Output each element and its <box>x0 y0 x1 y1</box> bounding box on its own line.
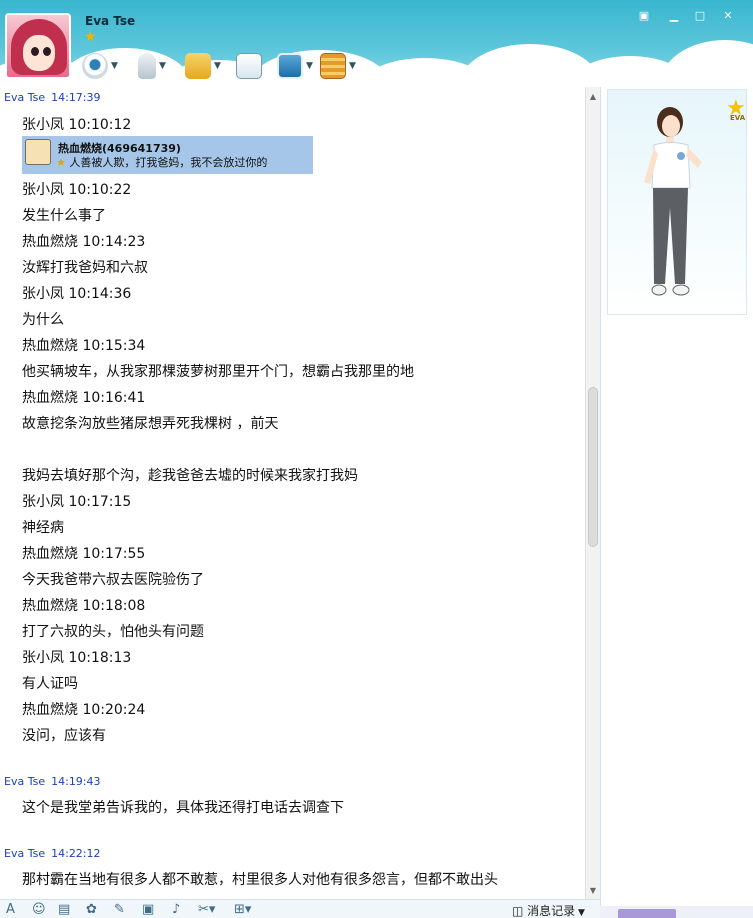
message-line: 我妈去填好那个沟，趁我爸爸去墟的时候来我家打我妈 <box>22 468 358 484</box>
message-line: 热血燃烧 10:14:23 <box>22 234 146 250</box>
chevron-down-icon: ▼ <box>575 908 585 918</box>
message-line: 热血燃烧 10:15:34 <box>22 338 146 354</box>
apps-button[interactable]: ▼ <box>320 52 356 80</box>
chat-window-header: Eva Tse ★ ▼ ▼ ▼ ▼ ▼ ▣ ▁ □ ✕ <box>0 0 753 86</box>
message-line: 他买辆坡车，从我家那棵菠萝树那里开个门，想霸占我那里的地 <box>22 364 414 380</box>
apps-icon <box>320 53 346 79</box>
sender-name: Eva Tse <box>4 775 46 788</box>
image-icon[interactable]: ▣ <box>142 902 154 917</box>
menu-icon[interactable]: ▣ <box>634 8 654 23</box>
music-icon[interactable]: ♪ <box>172 902 180 917</box>
right-panel-footer <box>600 906 753 918</box>
chevron-down-icon: ▼ <box>111 61 118 71</box>
rank-label: EVA <box>730 114 746 122</box>
panel-tab[interactable] <box>618 909 676 918</box>
webcam-button[interactable]: ▼ <box>82 52 118 80</box>
message-line: 没问，应该有 <box>22 728 106 744</box>
message-line: 张小凤 10:10:22 <box>22 182 132 198</box>
message-line: 那村霸在当地有很多人都不敢惹，村里很多人对他有很多怨言，但都不敢出头 <box>22 872 498 888</box>
message-time: 14:22:12 <box>51 847 101 860</box>
emoticon-icon[interactable]: ☺ <box>32 902 46 917</box>
scroll-thumb[interactable] <box>588 387 598 547</box>
history-icon: ◫ <box>512 904 528 918</box>
message-line: 张小凤 10:17:15 <box>22 494 132 510</box>
user-name[interactable]: Eva Tse <box>85 14 135 28</box>
contact-card-signature: ★ 人善被人欺，打我爸妈，我不会放过你的 <box>56 156 268 169</box>
maximize-icon[interactable]: □ <box>690 8 710 23</box>
chevron-down-icon: ▼ <box>159 61 166 71</box>
message-time: 14:19:43 <box>51 775 101 788</box>
chevron-down-icon: ▼ <box>214 61 221 71</box>
contact-avatar <box>25 139 51 165</box>
magic-icon[interactable]: ✿ <box>86 902 97 917</box>
send-file-button[interactable]: ▼ <box>185 52 221 80</box>
remote-assistance-icon <box>277 53 303 79</box>
chevron-down-icon: ▼ <box>349 61 356 71</box>
chat-scrollbar[interactable]: ▲ ▼ <box>585 87 600 899</box>
message-line: 故意挖条沟放些猪尿想弄死我棵树 ，前天 <box>22 416 279 432</box>
message-line: 张小凤 10:10:12 <box>22 117 132 133</box>
message-line: 热血燃烧 10:18:08 <box>22 598 146 614</box>
remote-assistance-button[interactable]: ▼ <box>277 52 313 80</box>
create-discussion-button[interactable] <box>236 52 262 80</box>
scroll-up-icon[interactable]: ▲ <box>586 89 600 103</box>
screenshot-icon[interactable]: ✂▾ <box>198 902 215 917</box>
message-header: Eva Tse 14:19:43 <box>4 775 101 788</box>
message-line: 热血燃烧 10:20:24 <box>22 702 146 718</box>
message-line: 汝辉打我爸妈和六叔 <box>22 260 148 276</box>
voice-button[interactable]: ▼ <box>134 52 166 80</box>
send-file-icon <box>185 53 211 79</box>
sender-name: Eva Tse <box>4 847 46 860</box>
font-icon[interactable]: A <box>6 902 15 917</box>
star-icon: ★ <box>56 156 70 169</box>
message-time: 14:17:39 <box>51 91 101 104</box>
avatar-show[interactable]: ★ EVA <box>607 89 747 315</box>
message-line: 热血燃烧 10:16:41 <box>22 390 146 406</box>
scroll-down-icon[interactable]: ▼ <box>586 883 600 897</box>
contact-card[interactable]: 热血燃烧(469641739) ★ 人善被人欺，打我爸妈，我不会放过你的 <box>22 136 313 174</box>
message-line: 发生什么事了 <box>22 208 106 224</box>
message-line: 张小凤 10:14:36 <box>22 286 132 302</box>
print-icon[interactable]: ▤ <box>58 902 70 917</box>
show-panel: ★ EVA <box>600 87 753 918</box>
message-line: 为什么 <box>22 312 64 328</box>
edit-icon[interactable]: ✎ <box>114 902 125 917</box>
message-line: 热血燃烧 10:17:55 <box>22 546 146 562</box>
sender-name: Eva Tse <box>4 91 46 104</box>
chat-history[interactable]: Eva Tse 14:17:39 张小凤 10:10:12 热血燃烧(469641… <box>0 87 585 899</box>
message-line: 打了六叔的头，怕他头有问题 <box>22 624 204 640</box>
message-line: 神经病 <box>22 520 64 536</box>
message-header: Eva Tse 14:22:12 <box>4 847 101 860</box>
star-icon: ★ <box>84 29 97 45</box>
webcam-icon <box>82 53 108 79</box>
avatar-figure <box>644 107 702 296</box>
minimize-icon[interactable]: ▁ <box>664 8 684 23</box>
microphone-icon <box>138 53 156 79</box>
create-discussion-icon <box>236 53 262 79</box>
message-history-button[interactable]: ◫ 消息记录 ▼ <box>512 902 585 918</box>
message-line: 今天我爸带六叔去医院验伤了 <box>22 572 204 588</box>
message-line: 张小凤 10:18:13 <box>22 650 132 666</box>
message-line: 有人证吗 <box>22 676 78 692</box>
message-header: Eva Tse 14:17:39 <box>4 91 101 104</box>
close-icon[interactable]: ✕ <box>718 8 738 23</box>
input-toolbar: A ☺ ▤ ✿ ✎ ▣ ♪ ✂▾ ⊞▾ ◫ 消息记录 ▼ <box>0 899 600 918</box>
more-icon[interactable]: ⊞▾ <box>234 902 251 917</box>
message-line: 这个是我堂弟告诉我的，具体我还得打电话去调查下 <box>22 800 344 816</box>
chevron-down-icon: ▼ <box>306 61 313 71</box>
user-avatar[interactable] <box>5 13 71 79</box>
